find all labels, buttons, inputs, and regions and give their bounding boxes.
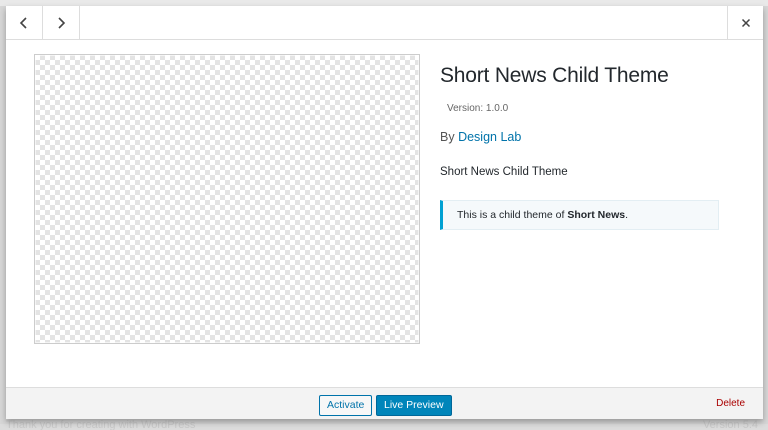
author-link[interactable]: Design Lab [458, 130, 521, 144]
author-prefix: By [440, 130, 455, 144]
close-icon [741, 18, 750, 28]
backdrop-version-text: Version 5.4 [702, 419, 758, 430]
theme-screenshot [34, 54, 420, 344]
parent-theme-name: Short News [567, 209, 626, 221]
theme-author: By Design Lab [440, 128, 725, 146]
parent-notice-prefix: This is a child theme of [457, 209, 565, 221]
parent-notice-suffix: . [625, 209, 628, 221]
chevron-right-icon [58, 17, 66, 29]
previous-theme-button[interactable] [6, 6, 43, 40]
next-theme-button[interactable] [43, 6, 80, 40]
theme-description: Short News Child Theme [440, 166, 568, 178]
parent-theme-notice: This is a child theme of Short News. [440, 200, 719, 230]
live-preview-button[interactable]: Live Preview [376, 395, 452, 416]
theme-details-modal: Short News Child Theme Version: 1.0.0 By… [6, 6, 763, 419]
activate-button[interactable]: Activate [319, 395, 373, 416]
modal-footer: Activate Live Preview Delete [6, 387, 763, 419]
delete-link[interactable]: Delete [716, 398, 745, 409]
backdrop-footer-text: Thank you for creating with WordPress [6, 419, 196, 430]
theme-version: Version: 1.0.0 [447, 103, 509, 114]
close-button[interactable] [727, 6, 763, 40]
chevron-left-icon [19, 17, 27, 29]
theme-name: Short News Child Theme [440, 64, 669, 87]
modal-header [6, 6, 763, 40]
theme-info: Short News Child Theme Version: 1.0.0 By… [440, 61, 725, 230]
